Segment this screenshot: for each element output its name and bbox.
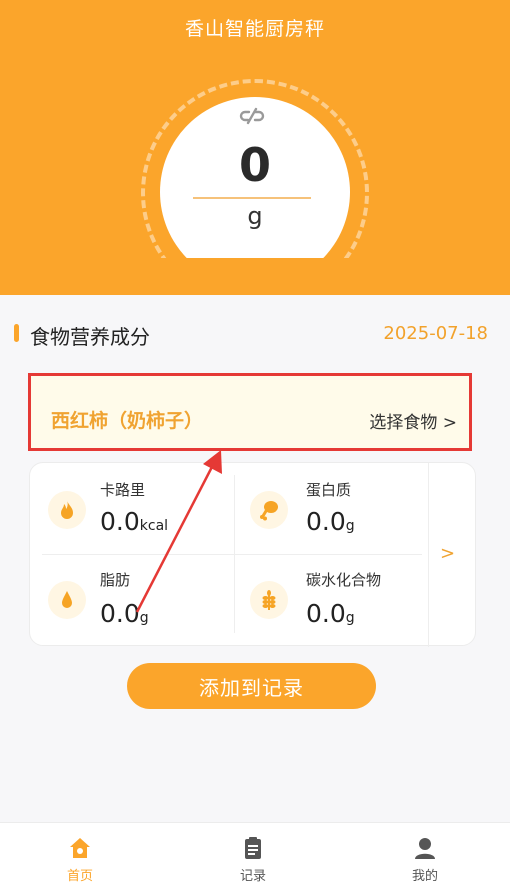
nutrient-label-carbs: 碳水化合物: [306, 571, 382, 589]
flame-icon: [48, 491, 86, 529]
nav-profile-label: 我的: [411, 869, 438, 884]
nutrient-label-calories: 卡路里: [100, 481, 146, 499]
nutrient-value-calories: 0.0kcal: [100, 507, 169, 536]
add-to-record-button[interactable]: 添加到记录: [127, 663, 376, 709]
wheat-icon: [250, 581, 288, 619]
nutrient-unit-protein: g: [345, 518, 355, 534]
drumstick-icon: [250, 491, 288, 529]
home-icon: [70, 838, 90, 858]
nav-profile[interactable]: 我的: [375, 823, 475, 890]
nutrient-unit-calories: kcal: [139, 518, 169, 534]
weight-divider: [193, 197, 311, 199]
app-title: 香山智能厨房秤: [184, 18, 325, 40]
nutrient-label-protein: 蛋白质: [306, 481, 352, 499]
nutrient-unit-fat: g: [139, 610, 149, 626]
user-icon: [415, 838, 435, 859]
disconnected-link-icon[interactable]: [238, 106, 266, 126]
nutrition-card: 卡路里 0.0kcal 蛋白质 0.0g 脂肪 0.0g 碳水化合物 0.0g …: [29, 462, 476, 647]
nutrient-value-fat: 0.0g: [100, 599, 149, 628]
nutrient-value-carbs: 0.0g: [306, 599, 355, 628]
food-selector[interactable]: 西红柿（奶柿子） 选择食物 >: [28, 373, 472, 451]
bottom-nav: 首页 记录 我的: [0, 822, 510, 890]
nav-records-label: 记录: [239, 869, 266, 884]
more-nutrients-chevron[interactable]: >: [440, 543, 455, 564]
nav-records[interactable]: 记录: [203, 823, 303, 890]
header: 香山智能厨房秤 0 g: [0, 0, 510, 295]
choose-food-button[interactable]: 选择食物 >: [369, 408, 457, 433]
nutrient-value-protein: 0.0g: [306, 507, 355, 536]
section-date[interactable]: 2025-07-18: [383, 323, 488, 344]
section-accent-bar: [14, 324, 19, 342]
section-title: 食物营养成分: [30, 325, 150, 349]
nav-home[interactable]: 首页: [30, 823, 130, 890]
nutrient-unit-carbs: g: [345, 610, 355, 626]
food-name: 西红柿（奶柿子）: [51, 410, 204, 432]
weight-value: 0: [238, 138, 271, 192]
clipboard-icon: [245, 837, 261, 859]
weight-unit: g: [247, 202, 263, 230]
nutrient-label-fat: 脂肪: [100, 571, 131, 589]
drop-icon: [48, 581, 86, 619]
nav-home-label: 首页: [66, 869, 93, 884]
